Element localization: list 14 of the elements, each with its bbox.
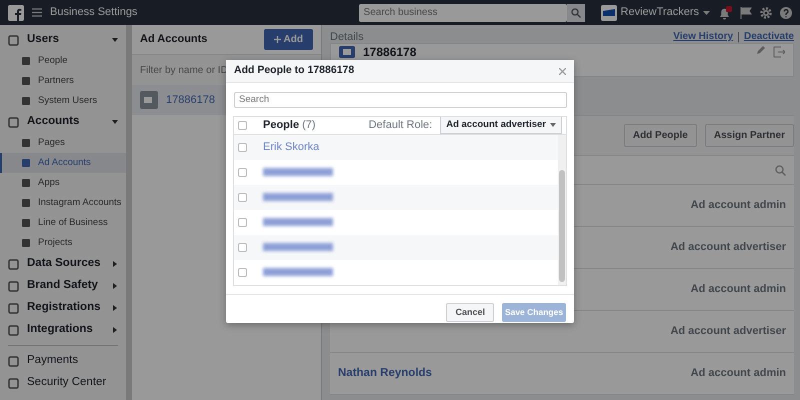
person-role: Ad account advertiser	[670, 240, 786, 256]
person-role: Ad account admin	[690, 282, 786, 298]
account-name: 17886178	[363, 46, 418, 59]
person-role: Ad account admin	[690, 198, 786, 214]
business-name: ReviewTrackers	[620, 5, 699, 20]
column-header: People (7)	[262, 118, 317, 133]
details-heading: Details	[330, 31, 364, 43]
person-role: Ad account admin	[690, 366, 786, 382]
link-separator: |	[737, 31, 740, 43]
role-label: Default Role:	[368, 118, 432, 133]
person-role: Ad account advertiser	[670, 324, 786, 340]
page-title: Business Settings	[50, 5, 138, 20]
dialog-title: Add People to 17886178	[234, 63, 354, 78]
panel-title: Ad Accounts	[140, 32, 208, 48]
